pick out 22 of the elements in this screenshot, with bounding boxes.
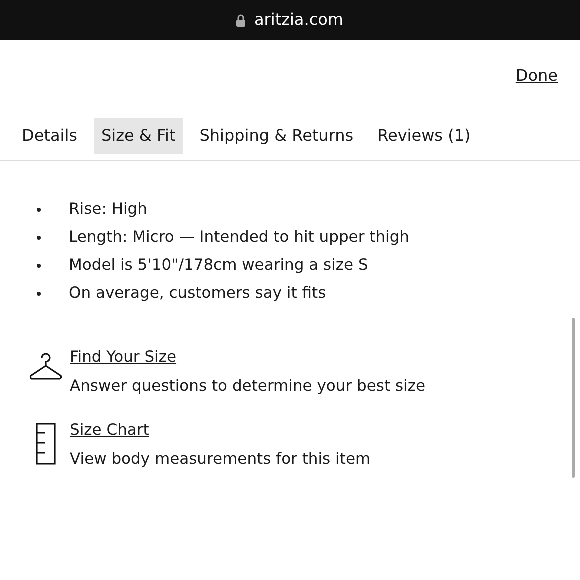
ruler-icon	[36, 422, 56, 464]
tab[interactable]: Details	[15, 118, 84, 154]
hanger-icon	[28, 350, 64, 382]
fit-detail: Rise: High	[69, 199, 148, 220]
tab[interactable]: Reviews (1)	[370, 118, 478, 154]
scrollbar[interactable]	[572, 318, 575, 478]
size-tool-link[interactable]: Find Your Size	[70, 346, 177, 370]
size-tool-description: Answer questions to determine your best size	[70, 376, 426, 398]
fit-detail: On average, customers say it fits	[69, 283, 326, 304]
bullet-icon	[37, 264, 41, 268]
bullet-icon	[37, 236, 41, 240]
fit-detail: Length: Micro — Intended to hit upper thigh	[69, 227, 410, 248]
tab[interactable]: Shipping & Returns	[192, 118, 361, 154]
url-text: aritzia.com	[254, 9, 344, 31]
lock-icon	[236, 14, 246, 26]
size-tool-description: View body measurements for this item	[70, 448, 371, 470]
size-tool-link[interactable]: Size Chart	[70, 418, 150, 442]
tab[interactable]: Size & Fit	[94, 118, 183, 154]
bullet-icon	[37, 292, 41, 296]
done-link[interactable]: Done	[516, 64, 558, 88]
bullet-icon	[37, 208, 41, 212]
fit-detail: Model is 5'10"/178cm wearing a size S	[69, 255, 368, 276]
